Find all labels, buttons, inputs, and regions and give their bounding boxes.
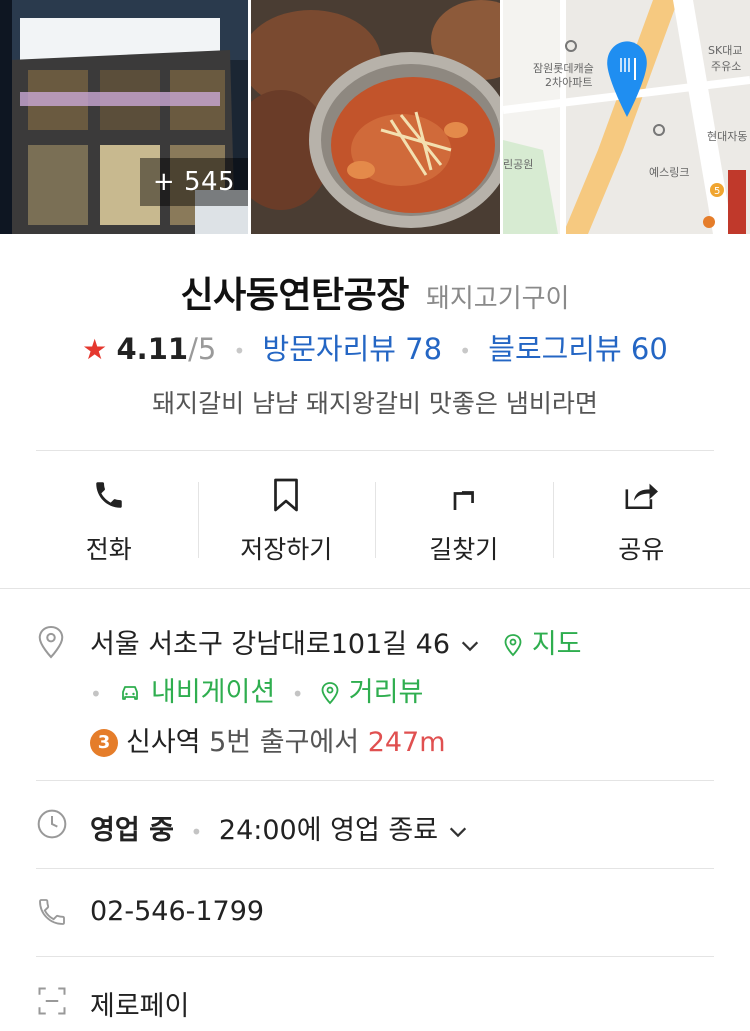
phone-number[interactable]: 02-546-1799 <box>90 896 264 927</box>
place-name: 신사동연탄공장 <box>180 275 410 316</box>
phone-outline-icon <box>36 896 68 935</box>
separator-dot: • <box>190 819 203 844</box>
subway-distance: 247m <box>367 727 446 758</box>
hours-detail: 24:00에 영업 종료 <box>218 815 439 846</box>
subway-line-badge: 3 <box>90 729 118 757</box>
location-pin-icon <box>36 624 66 667</box>
place-category: 돼지고기구이 <box>425 284 570 314</box>
map-link-label: 지도 <box>531 629 582 660</box>
separator-dot: • <box>233 339 246 363</box>
share-icon <box>625 483 659 510</box>
map-label: 5 <box>714 186 720 197</box>
save-button[interactable]: 저장하기 <box>197 470 376 570</box>
car-icon <box>122 686 139 700</box>
food-photo-graphic <box>251 0 500 234</box>
map-label: 잠원롯데캐슬 <box>533 62 594 75</box>
map-graphic: 잠원롯데캐슬 2차아파트 SK대교 주유소 현대자동 예스링크 린공원 5 <box>503 0 750 234</box>
rating-row: ★ 4.11/5 • 방문자리뷰 78 • 블로그리뷰 60 <box>0 326 750 368</box>
directions-icon <box>453 491 474 510</box>
streetview-label: 거리뷰 <box>348 677 424 708</box>
separator-dot: • <box>459 339 472 363</box>
hours-expand-chevron-icon[interactable] <box>447 815 469 846</box>
address-text: 서울 서초구 강남대로101길 46 <box>90 629 451 660</box>
action-bar: 전화 저장하기 길찾기 공유 <box>20 470 730 570</box>
place-description: 돼지갈비 냠냠 돼지왕갈비 맛좋은 냄비라면 <box>152 389 598 418</box>
map-label: SK대교 <box>708 44 742 57</box>
directions-label: 길찾기 <box>429 535 499 564</box>
map-label: 주유소 <box>711 60 741 73</box>
section-divider <box>0 588 750 589</box>
map-label: 현대자동 <box>707 130 747 143</box>
location-map-thumbnail[interactable]: 잠원롯데캐슬 2차아파트 SK대교 주유소 현대자동 예스링크 린공원 5 <box>503 0 750 234</box>
map-label: 린공원 <box>503 158 533 171</box>
payment-method: 제로페이 <box>90 991 190 1022</box>
visitor-review-link[interactable]: 방문자리뷰 78 <box>263 332 443 366</box>
map-label: 예스링크 <box>649 166 689 179</box>
streetview-link[interactable]: 거리뷰 <box>320 677 423 708</box>
map-pin-icon <box>504 634 522 657</box>
star-icon: ★ <box>82 333 108 366</box>
call-button[interactable]: 전화 <box>20 470 198 570</box>
phone-icon <box>96 482 122 508</box>
navigation-label: 내비게이션 <box>150 677 276 708</box>
restaurant-exterior-photo[interactable]: + 545 <box>0 0 248 234</box>
rating-score: 4.11 <box>116 332 189 366</box>
share-button[interactable]: 공유 <box>552 470 731 570</box>
navigation-link[interactable]: 내비게이션 <box>118 677 283 708</box>
clock-icon <box>36 808 68 847</box>
divider <box>36 956 714 957</box>
open-status: 영업 중 <box>90 815 174 846</box>
blog-review-link[interactable]: 블로그리뷰 60 <box>488 332 668 366</box>
photo-count-badge[interactable]: + 545 <box>140 158 248 206</box>
map-label: 2차아파트 <box>545 76 592 89</box>
food-photo[interactable] <box>251 0 500 234</box>
streetview-pin-icon <box>321 682 339 705</box>
save-label: 저장하기 <box>240 535 333 564</box>
rating-max: /5 <box>188 332 217 366</box>
photo-strip: + 545 잠원롯데캐슬 2차아파트 SK대교 주유소 현대자동 예스링크 린공… <box>0 0 750 234</box>
separator-dot: • <box>291 681 304 706</box>
subway-exit: 5번 출구에서 <box>209 727 360 758</box>
divider <box>36 450 714 451</box>
call-label: 전화 <box>85 535 132 564</box>
place-title-row: 신사동연탄공장 돼지고기구이 <box>0 266 750 318</box>
separator-dot: • <box>90 681 102 706</box>
divider <box>36 780 714 781</box>
scan-icon <box>36 986 68 1023</box>
bookmark-icon <box>274 478 299 512</box>
divider <box>36 868 714 869</box>
map-link[interactable]: 지도 <box>503 629 582 660</box>
subway-station: 신사역 <box>126 727 201 758</box>
address-expand-chevron-icon[interactable] <box>459 629 490 660</box>
share-label: 공유 <box>618 535 665 564</box>
directions-button[interactable]: 길찾기 <box>375 470 553 570</box>
